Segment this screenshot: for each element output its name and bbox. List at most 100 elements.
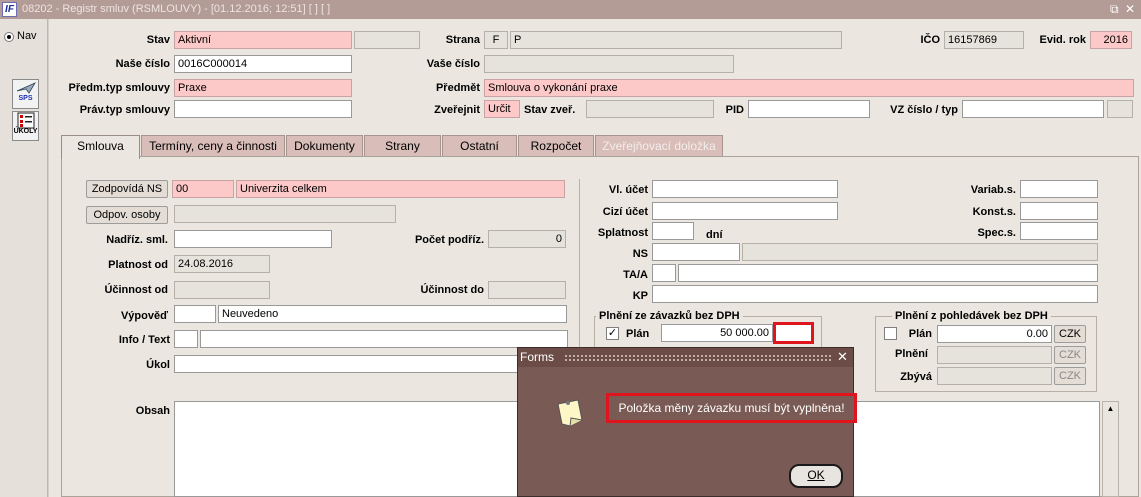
konst-field[interactable] bbox=[1020, 202, 1098, 220]
pohl-plneni-label: Plnění bbox=[894, 348, 928, 360]
zverejnit-field[interactable]: Určit bbox=[484, 100, 520, 118]
zodpovida-code-field[interactable]: 00 bbox=[172, 180, 234, 198]
splatnost-field[interactable] bbox=[652, 222, 694, 240]
vase-cislo-field[interactable] bbox=[484, 55, 734, 73]
ucinnost-od-label: Účinnost od bbox=[104, 284, 168, 296]
splatnost-label: Splatnost bbox=[597, 227, 648, 239]
kp-field[interactable] bbox=[652, 285, 1098, 303]
ok-label: OK bbox=[807, 468, 825, 482]
ukol-field[interactable] bbox=[174, 355, 519, 373]
vase-cislo-label: Vaše číslo bbox=[426, 58, 480, 70]
stav-zver-field[interactable] bbox=[586, 100, 714, 118]
ns-field[interactable] bbox=[652, 243, 740, 261]
strana-field[interactable]: P bbox=[510, 31, 842, 49]
vz-type-field[interactable] bbox=[1107, 100, 1133, 118]
strana-label: Strana bbox=[445, 34, 480, 46]
dialog-title-pattern bbox=[564, 354, 832, 361]
sps-label: SPS bbox=[18, 95, 33, 102]
vl-ucet-label: Vl. účet bbox=[608, 184, 648, 196]
platnost-label: Platnost od bbox=[108, 259, 168, 271]
konst-label: Konst.s. bbox=[972, 206, 1016, 218]
pid-field[interactable] bbox=[748, 100, 870, 118]
tab-ostatni[interactable]: Ostatní bbox=[442, 135, 517, 157]
taa-field[interactable] bbox=[678, 264, 1098, 282]
scroll-up-icon[interactable]: ▲ bbox=[1103, 404, 1118, 413]
odpov-osoby-button[interactable]: Odpov. osoby bbox=[86, 206, 168, 224]
predmet-field[interactable]: Smlouva o vykonání praxe bbox=[484, 79, 1134, 97]
obsah-field-right[interactable] bbox=[854, 401, 1100, 497]
cizi-ucet-field[interactable] bbox=[652, 202, 838, 220]
pocet-podriz-label: Počet podříz. bbox=[414, 234, 484, 246]
pohl-plan-field[interactable]: 0.00 bbox=[937, 325, 1052, 343]
pocet-podriz-field[interactable]: 0 bbox=[488, 230, 566, 248]
pohl-zbyva-field[interactable] bbox=[937, 367, 1052, 385]
platnost-field[interactable]: 24.08.2016 bbox=[174, 255, 270, 273]
info-code-field[interactable] bbox=[174, 330, 198, 348]
taa-code-field[interactable] bbox=[652, 264, 676, 282]
zodpovida-ns-button[interactable]: Zodpovídá NS bbox=[86, 180, 168, 198]
prav-typ-field[interactable] bbox=[174, 100, 352, 118]
vypoved-field[interactable]: Neuvedeno bbox=[218, 305, 567, 323]
plane-icon bbox=[16, 82, 36, 94]
ucinnost-od-field[interactable] bbox=[174, 281, 270, 299]
dialog-close-icon[interactable]: ✕ bbox=[837, 349, 848, 365]
zavazky-plan-field[interactable]: 50 000.00 bbox=[661, 324, 773, 342]
tab-smlouva[interactable]: Smlouva bbox=[61, 135, 140, 159]
zavazky-plan-label: Plán bbox=[626, 328, 650, 340]
tab-dokumenty[interactable]: Dokumenty bbox=[286, 135, 363, 157]
pohl-plneni-currency-button[interactable]: CZK bbox=[1054, 346, 1086, 364]
pid-label: PID bbox=[725, 104, 744, 116]
odpov-osoby-field[interactable] bbox=[174, 205, 396, 223]
vypoved-code-field[interactable] bbox=[174, 305, 216, 323]
strana-code-field[interactable]: F bbox=[484, 31, 508, 49]
spec-field[interactable] bbox=[1020, 222, 1098, 240]
nav-radio[interactable] bbox=[4, 32, 14, 42]
taa-label: TA/A bbox=[623, 269, 648, 281]
zavazky-plan-checkbox[interactable]: ✓ bbox=[606, 327, 619, 340]
stav-label: Stav bbox=[146, 34, 170, 46]
zavazky-currency-field[interactable] bbox=[773, 322, 814, 344]
window-title: 08202 - Registr smluv (RSMLOUVY) - [01.1… bbox=[22, 3, 331, 15]
pohl-plneni-field[interactable] bbox=[937, 346, 1052, 364]
ico-field[interactable]: 16157869 bbox=[944, 31, 1024, 49]
ucinnost-do-field[interactable] bbox=[488, 281, 566, 299]
stav-field[interactable]: Aktivní bbox=[174, 31, 352, 49]
restore-icon[interactable]: ⧉ bbox=[1110, 2, 1119, 17]
vl-ucet-field[interactable] bbox=[652, 180, 838, 198]
nase-cislo-field[interactable]: 0016C000014 bbox=[174, 55, 352, 73]
nav-label: Nav bbox=[17, 30, 37, 42]
tab-strany[interactable]: Strany bbox=[364, 135, 441, 157]
pohl-zbyva-currency-button[interactable]: CZK bbox=[1054, 367, 1086, 385]
info-text-field[interactable] bbox=[200, 330, 568, 348]
tab-rozpocet[interactable]: Rozpočet bbox=[518, 135, 594, 157]
pohl-zbyva-label: Zbývá bbox=[900, 371, 932, 383]
pohl-plan-checkbox[interactable] bbox=[884, 327, 897, 340]
evid-rok-label: Evid. rok bbox=[1039, 34, 1086, 46]
nadriz-field[interactable] bbox=[174, 230, 332, 248]
obsah-scrollbar[interactable]: ▲ bbox=[1102, 401, 1119, 497]
ns-extra-field[interactable] bbox=[742, 243, 1098, 261]
nase-cislo-label: Naše číslo bbox=[115, 58, 170, 70]
pohl-plan-currency-button[interactable]: CZK bbox=[1054, 325, 1086, 343]
prav-typ-label: Práv.typ smlouvy bbox=[79, 104, 170, 116]
variab-field[interactable] bbox=[1020, 180, 1098, 198]
checklist-icon bbox=[17, 112, 34, 129]
pohl-plan-label: Plán bbox=[908, 328, 932, 340]
obsah-label: Obsah bbox=[135, 405, 170, 417]
zodpovida-field[interactable]: Univerzita celkem bbox=[236, 180, 565, 198]
evid-rok-field[interactable]: 2016 bbox=[1090, 31, 1132, 49]
predm-typ-label: Předm.typ smlouvy bbox=[68, 82, 170, 94]
nadriz-label: Nadříz. sml. bbox=[106, 234, 168, 246]
ok-button[interactable]: OK bbox=[789, 464, 843, 488]
obsah-field[interactable] bbox=[174, 401, 519, 497]
kp-label: KP bbox=[632, 290, 648, 302]
predm-typ-field[interactable]: Praxe bbox=[174, 79, 352, 97]
vz-field[interactable] bbox=[962, 100, 1104, 118]
sps-button[interactable]: SPS bbox=[12, 79, 39, 109]
dni-label: dní bbox=[706, 229, 723, 241]
zavazky-title: Plnění ze závazků bez DPH bbox=[596, 310, 743, 322]
stav-extra-field[interactable] bbox=[354, 31, 420, 49]
close-icon[interactable]: ✕ bbox=[1125, 2, 1135, 16]
tab-terminy[interactable]: Termíny, ceny a činnosti bbox=[141, 135, 285, 157]
ukoly-button[interactable]: ÚKOLY bbox=[12, 111, 39, 141]
